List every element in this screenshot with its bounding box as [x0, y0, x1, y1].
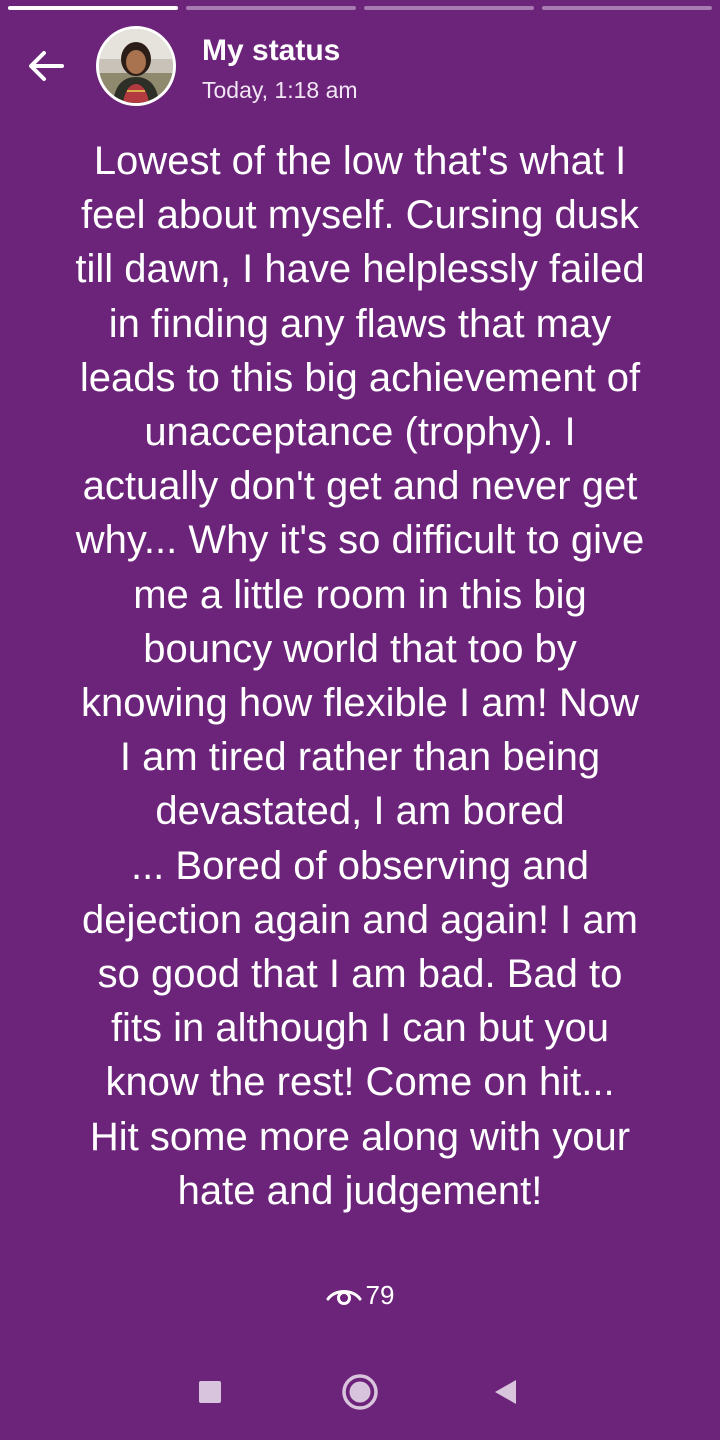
status-progress-bar [8, 6, 712, 10]
profile-photo [99, 29, 173, 103]
status-header: My status Today, 1:18 am [0, 24, 720, 108]
status-text: Lowest of the low that's what I feel abo… [75, 139, 645, 1213]
status-timestamp: Today, 1:18 am [202, 77, 358, 103]
back-button[interactable] [22, 42, 70, 90]
circle-home-icon [342, 1374, 378, 1410]
home-button[interactable] [336, 1368, 384, 1416]
view-count-label: 79 [365, 1280, 395, 1310]
arrow-left-icon [29, 51, 64, 81]
nav-back-button[interactable] [482, 1368, 530, 1416]
view-count[interactable]: 79 [0, 1278, 720, 1314]
progress-segment [186, 6, 356, 10]
avatar[interactable] [96, 26, 176, 106]
recents-button[interactable] [186, 1368, 234, 1416]
system-navigation-bar [0, 1344, 720, 1440]
square-recents-icon [199, 1381, 221, 1403]
status-title: My status [202, 34, 341, 67]
eye-icon [326, 1280, 362, 1314]
progress-fill [8, 6, 178, 10]
progress-segment [364, 6, 534, 10]
progress-segment [8, 6, 178, 10]
progress-segment [542, 6, 712, 10]
triangle-back-icon [495, 1380, 516, 1404]
